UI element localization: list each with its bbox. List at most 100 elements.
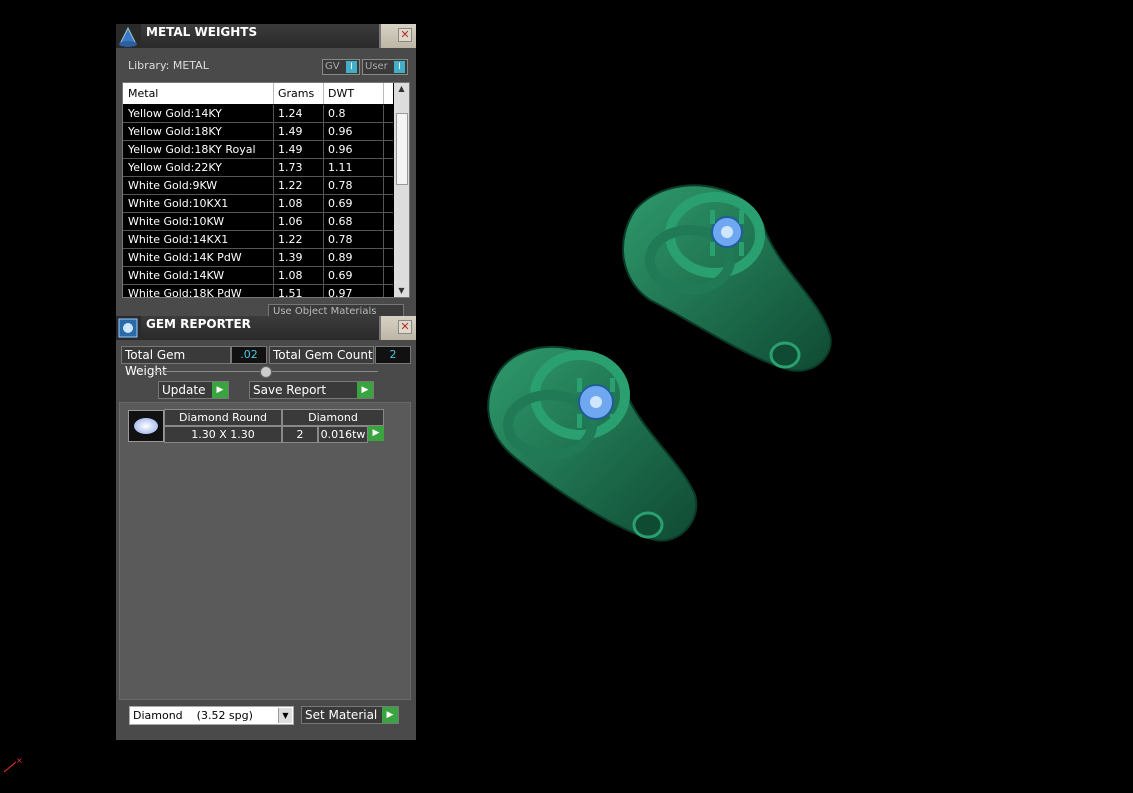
save-report-button-label: Save Report — [253, 383, 327, 397]
material-select-value: Diamond (3.52 spg) — [133, 709, 253, 722]
table-row[interactable]: Yellow Gold:22KY 1.73 1.11 — [123, 159, 393, 177]
panel-divider-handle[interactable] — [260, 366, 272, 378]
play-arrow-icon: ▶ — [382, 707, 398, 723]
scroll-down-icon[interactable]: ▼ — [394, 285, 409, 297]
cell-metal: White Gold:9KW — [128, 179, 218, 192]
table-row[interactable]: Yellow Gold:14KY 1.24 0.8 — [123, 105, 393, 123]
column-divider — [323, 141, 324, 158]
gv-toggle-knob: I — [346, 61, 357, 73]
scroll-thumb[interactable] — [396, 113, 408, 185]
column-divider — [273, 249, 274, 266]
total-gem-count-value: 2 — [375, 346, 411, 364]
column-divider — [323, 231, 324, 248]
gem-count: 2 — [282, 426, 318, 443]
column-divider — [323, 123, 324, 140]
column-divider — [383, 195, 384, 212]
play-arrow-icon: ▶ — [212, 382, 228, 398]
table-row[interactable]: White Gold:14KW 1.08 0.69 — [123, 267, 393, 285]
cell-metal: Yellow Gold:14KY — [128, 107, 222, 120]
table-row[interactable]: White Gold:10KW 1.06 0.68 — [123, 213, 393, 231]
column-divider — [383, 123, 384, 140]
cell-dwt: 0.78 — [328, 179, 353, 192]
svg-text:×: × — [16, 756, 23, 765]
library-label: Library: METAL — [128, 59, 209, 72]
gv-toggle-label: GV — [325, 61, 340, 72]
cell-grams: 1.39 — [278, 251, 303, 264]
gem-reporter-icon — [116, 316, 141, 340]
material-select[interactable]: Diamond (3.52 spg) ▼ — [129, 706, 294, 725]
cell-grams: 1.22 — [278, 179, 303, 192]
column-divider — [273, 141, 274, 158]
scroll-up-icon[interactable]: ▲ — [394, 83, 409, 95]
update-button-label: Update — [162, 383, 206, 397]
cell-metal: White Gold:10KX1 — [128, 197, 229, 210]
column-divider — [323, 249, 324, 266]
metal-weights-titlebar[interactable]: METAL WEIGHTS ✕ — [116, 24, 416, 48]
column-header-grams[interactable]: Grams — [278, 87, 314, 100]
column-divider — [323, 213, 324, 230]
close-icon[interactable]: ✕ — [398, 320, 412, 334]
table-row[interactable]: Yellow Gold:18KY Royal 1.49 0.96 — [123, 141, 393, 159]
cell-dwt: 0.68 — [328, 215, 353, 228]
user-toggle[interactable]: User I — [362, 59, 408, 75]
cell-dwt: 0.8 — [328, 107, 346, 120]
cell-metal: Yellow Gold:18KY — [128, 125, 222, 138]
column-divider — [323, 267, 324, 284]
column-divider — [323, 105, 324, 122]
cell-metal: White Gold:14KX1 — [128, 233, 229, 246]
cell-metal: Yellow Gold:22KY — [128, 161, 222, 174]
gem-row-arrow-icon[interactable]: ▶ — [368, 426, 384, 441]
metal-table-scrollbar[interactable]: ▲ ▼ — [394, 83, 409, 297]
close-icon[interactable]: ✕ — [398, 28, 412, 42]
gem-reporter-panel: GEM REPORTER ✕ Total Gem Weight .02 Tota… — [116, 316, 416, 740]
column-divider — [273, 195, 274, 212]
metal-weights-title: METAL WEIGHTS — [146, 25, 258, 39]
metal-weights-panel: METAL WEIGHTS ✕ Library: METAL GV I User… — [116, 24, 416, 320]
column-divider — [273, 213, 274, 230]
save-report-button[interactable]: Save Report ▶ — [249, 381, 374, 399]
cell-dwt: 1.11 — [328, 161, 353, 174]
gem-size: 1.30 X 1.30 — [164, 426, 282, 443]
cell-grams: 1.51 — [278, 287, 303, 298]
cell-dwt: 0.78 — [328, 233, 353, 246]
ring-model-upper — [622, 184, 832, 372]
table-row[interactable]: White Gold:14K PdW 1.39 0.89 — [123, 249, 393, 267]
set-material-button[interactable]: Set Material ▶ — [301, 706, 399, 724]
table-row[interactable]: White Gold:18K PdW 1.51 0.97 — [123, 285, 393, 298]
cell-metal: White Gold:14KW — [128, 269, 225, 282]
total-gem-weight-label: Total Gem Weight — [121, 346, 231, 378]
column-divider — [383, 249, 384, 266]
gv-toggle[interactable]: GV I — [322, 59, 360, 75]
total-gem-count-label: Total Gem Count — [269, 346, 374, 364]
set-material-button-label: Set Material — [305, 708, 378, 722]
3d-viewport[interactable] — [430, 150, 870, 570]
column-header-dwt[interactable]: DWT — [328, 87, 354, 100]
column-divider — [383, 159, 384, 176]
column-divider — [383, 285, 384, 297]
gem-reporter-title: GEM REPORTER — [146, 317, 251, 331]
table-row[interactable]: White Gold:14KX1 1.22 0.78 — [123, 231, 393, 249]
column-divider — [323, 195, 324, 212]
cell-grams: 1.22 — [278, 233, 303, 246]
cell-grams: 1.49 — [278, 125, 303, 138]
cell-grams: 1.06 — [278, 215, 303, 228]
table-row[interactable]: White Gold:9KW 1.22 0.78 — [123, 177, 393, 195]
gem-reporter-titlebar[interactable]: GEM REPORTER ✕ — [116, 316, 416, 340]
column-header-metal[interactable]: Metal — [128, 87, 158, 100]
update-button[interactable]: Update ▶ — [158, 381, 229, 399]
cell-metal: White Gold:18K PdW — [128, 287, 242, 298]
cell-dwt: 0.96 — [328, 143, 353, 156]
column-divider — [273, 285, 274, 297]
ring-model-lower — [487, 345, 698, 542]
cell-grams: 1.49 — [278, 143, 303, 156]
gem-weight: 0.016tw — [318, 426, 368, 443]
chevron-down-icon[interactable]: ▼ — [278, 708, 292, 723]
metal-table-header: Metal Grams DWT — [123, 83, 393, 104]
table-row[interactable]: Yellow Gold:18KY 1.49 0.96 — [123, 123, 393, 141]
table-row[interactable]: White Gold:10KX1 1.08 0.69 — [123, 195, 393, 213]
total-gem-weight-value: .02 — [231, 346, 267, 364]
column-divider — [273, 159, 274, 176]
metal-table: Metal Grams DWT Yellow Gold:14KY 1.24 0.8 Y… — [122, 82, 410, 298]
gem-thumbnail[interactable] — [128, 410, 164, 442]
play-arrow-icon: ▶ — [357, 382, 373, 398]
